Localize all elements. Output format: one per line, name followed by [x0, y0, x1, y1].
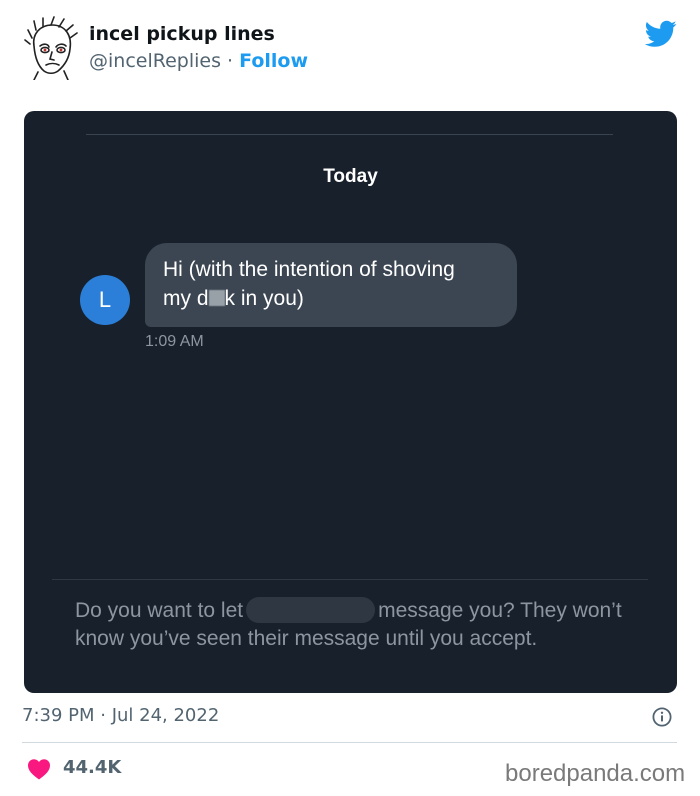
message-time: 1:09 AM — [145, 333, 204, 350]
message-line-2: my d k in you) — [163, 284, 501, 313]
tweet-timestamp[interactable]: 7:39 PM · Jul 24, 2022 — [22, 705, 219, 726]
tweet-card: incel pickup lines @incelReplies · Follo… — [0, 0, 700, 796]
prompt-start: Do you want to let — [75, 599, 244, 622]
twitter-bird-icon[interactable] — [645, 20, 677, 48]
handle[interactable]: @incelReplies — [89, 50, 221, 72]
watermark: boredpanda.com — [505, 760, 686, 787]
redacted-name — [246, 597, 376, 623]
message-line-2-end: k in you) — [224, 287, 304, 310]
message-request-prompt: Do you want to let message you? They won’… — [75, 597, 635, 653]
redaction-blur — [208, 290, 225, 306]
heart-icon[interactable] — [27, 758, 51, 780]
sender-initial: L — [98, 287, 112, 312]
embedded-screenshot: Today L Hi (with the intention of shovin… — [24, 111, 677, 693]
screenshot-divider — [86, 134, 613, 135]
footer-divider — [22, 742, 677, 743]
avatar[interactable] — [24, 16, 80, 80]
handle-row: @incelReplies · Follow — [89, 50, 308, 72]
date-header: Today — [323, 166, 378, 187]
message-line-2-start: my d — [163, 287, 209, 310]
follow-button[interactable]: Follow — [239, 50, 308, 72]
screenshot-divider-bottom — [52, 579, 648, 580]
message-bubble: Hi (with the intention of shoving my d k … — [145, 243, 517, 327]
info-icon[interactable] — [652, 707, 672, 727]
handle-separator: · — [220, 50, 240, 72]
sender-avatar: L — [80, 275, 130, 325]
like-count[interactable]: 44.4K — [63, 757, 121, 778]
message-line-1: Hi (with the intention of shoving — [163, 258, 455, 281]
display-name[interactable]: incel pickup lines — [89, 23, 275, 45]
tweet-header: incel pickup lines @incelReplies · Follo… — [0, 0, 700, 100]
